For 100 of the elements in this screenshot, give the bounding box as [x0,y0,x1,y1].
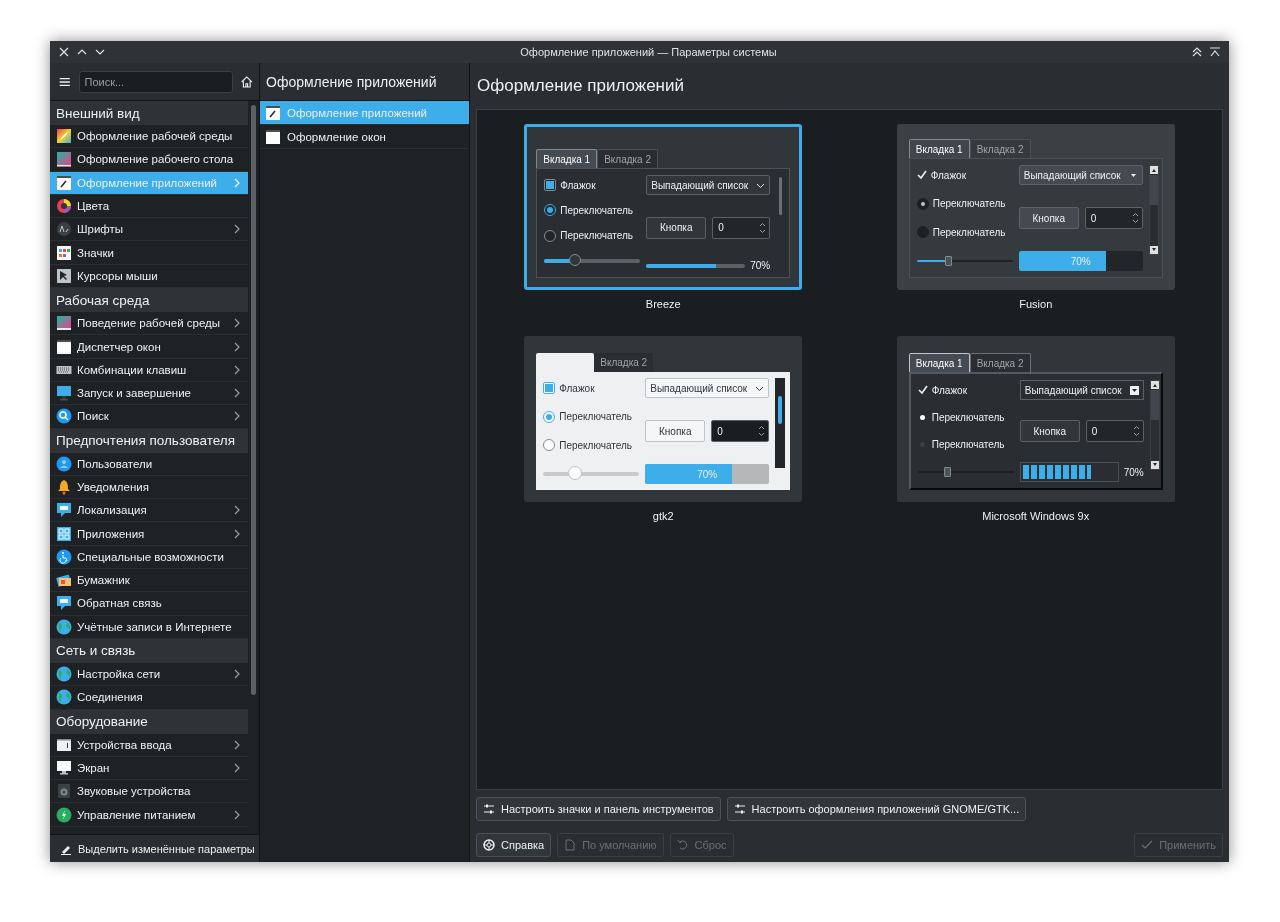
checkbox-label: Флажок [559,382,595,394]
desktop-icon [56,315,72,332]
dropdown[interactable]: Выпадающий список [1019,380,1144,400]
chevron-right-icon [232,223,242,236]
spin-box[interactable]: 0 [711,420,770,442]
configure-button[interactable]: Настроить значки и панель инструментов [476,797,721,821]
help-button[interactable]: Справка [476,833,552,857]
category-header: Внешний вид [50,101,248,125]
page-title: Оформление приложений [476,75,685,97]
slider-track[interactable] [543,465,640,482]
search-field[interactable]: Поиск... [78,70,233,93]
tab[interactable]: Вкладка 2 [969,139,1031,158]
home-icon[interactable] [239,73,253,90]
caret-icon [1129,385,1139,395]
tab[interactable]: Вкладка 2 [597,149,659,168]
help-icon [483,839,495,851]
chevron-right-icon [232,761,242,774]
sidebar-item[interactable]: Соединения [50,686,248,710]
checkbox[interactable] [543,382,556,394]
slider-thumb[interactable] [567,465,582,480]
radio-button[interactable] [543,410,556,423]
panel-title: Оформление приложений [260,63,469,101]
scrollbar[interactable] [1149,380,1160,470]
configure-button[interactable]: Настроить оформления приложений GNOME/GTK... [726,797,1027,821]
window-icon [56,338,72,355]
category-header: Рабочая среда [50,288,248,313]
double-chevron-up-icon[interactable] [1191,46,1203,58]
slider-thumb[interactable] [945,255,953,266]
tab[interactable]: Вкладка 1 [536,149,598,168]
chevron-right-icon [232,363,242,376]
tab[interactable]: Вкладка 1 [908,353,970,372]
pen-window-icon [56,174,72,191]
radio-button[interactable] [544,204,557,217]
radio-button[interactable] [916,197,929,210]
checkbox-label: Флажок [930,169,967,181]
dropdown[interactable]: Выпадающий список [646,175,771,195]
radio-label: Переключатель [931,439,1005,451]
style-preview[interactable]: Вкладка 1 Вкладка 2 Флажок Переключатель Переключатель Выпадающий список Кнопка 0 70% [896,336,1175,502]
wallpaper-icon [56,151,72,168]
checkbox[interactable] [544,179,557,191]
radio-button[interactable] [544,229,557,242]
tab[interactable]: Вкладка 1 [908,139,970,158]
style-name: Microsoft Windows 9x [982,510,1090,522]
push-button[interactable]: Кнопка [1019,420,1080,442]
style-preview[interactable]: Вкладка 2 Флажок Переключатель Переключатель Выпадающий список Кнопка 0 70% [524,336,803,502]
document-icon [564,839,577,851]
sidebar-item[interactable]: Поиск [50,405,248,429]
subpage-item[interactable]: Оформление окон [260,125,469,149]
push-button[interactable]: Кнопка [645,420,706,442]
dropdown[interactable]: Выпадающий список [645,378,770,398]
style-name: gtk2 [652,510,674,522]
scrollbar[interactable] [251,105,256,695]
close-icon[interactable] [58,46,70,58]
push-button[interactable]: Кнопка [1018,207,1079,229]
slider-thumb[interactable] [568,254,581,266]
color-wheel-icon [56,198,72,215]
chevron-right-icon [232,340,242,353]
tab[interactable]: Вкладка 2 [594,353,654,372]
radio-label: Переключатель [559,439,633,451]
chevron-right-icon [232,808,242,821]
spin-box[interactable]: 0 [1085,420,1144,442]
progress-label: 70% [750,260,771,271]
checkbox-label: Флажок [560,179,596,191]
chevron-right-icon [232,738,242,751]
style-preview[interactable]: Вкладка 1 Вкладка 2 Флажок Переключатель Переключатель Выпадающий список Кнопка 0 70% [896,124,1175,290]
radio-button[interactable] [543,439,556,452]
spin-box[interactable]: 0 [712,216,771,239]
check-icon [1141,839,1154,851]
tab[interactable]: Вкладка 2 [969,353,1031,372]
category-header: Сеть и связь [50,638,248,663]
chevron-bar-icon[interactable] [1209,46,1221,58]
pen-window-icon [265,104,281,121]
chevron-right-icon [232,668,242,681]
slider-track[interactable] [917,464,1014,480]
chat-icon [56,595,72,612]
cursor-icon [56,267,72,284]
style-preview[interactable]: Вкладка 1 Вкладка 2 Флажок Переключатель Переключатель Выпадающий список Кнопка 0 70% [524,124,803,290]
push-button[interactable]: Кнопка [646,216,707,239]
category-header: Предпочтения пользователя [50,428,248,453]
spin-box[interactable]: 0 [1084,207,1143,229]
scrollbar[interactable] [1148,165,1159,255]
spin-arrows-icon [1131,212,1139,224]
scrollbar[interactable] [775,378,786,468]
radio-button[interactable] [916,226,929,239]
radio-label: Переключатель [559,411,633,423]
power-icon [56,806,72,823]
dropdown[interactable]: Выпадающий список [1018,165,1143,185]
bell-icon [56,479,72,495]
chevron-right-icon [232,527,242,540]
user-icon [56,455,72,472]
accessibility-icon [56,548,72,565]
checkbox-label: Флажок [931,384,968,396]
chat-icon [56,502,72,519]
globe-icon [56,618,72,635]
radio-label: Переключатель [560,230,634,242]
category-header: Оборудование [50,709,248,734]
progress-label: 70% [697,468,718,480]
wallet-icon [56,572,72,589]
theme-icon [56,128,72,145]
slider-thumb[interactable] [943,467,951,477]
